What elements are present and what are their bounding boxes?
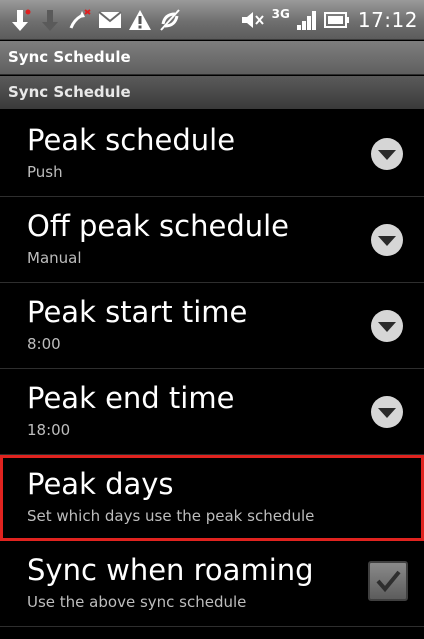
window-title-bar: Sync Schedule [0,41,424,75]
battery-icon [323,7,350,33]
pref-peak-schedule[interactable]: Peak schedule Push [0,111,424,197]
dropdown-arrow-icon[interactable] [370,309,404,343]
download-icon [38,7,62,33]
checkmark-icon [376,570,401,593]
pref-sync-when-roaming[interactable]: Sync when roaming Use the above sync sch… [0,541,424,627]
warning-icon [128,7,152,33]
preference-list: Peak schedule Push Off peak schedule Man… [0,111,424,627]
dropdown-arrow-icon[interactable] [370,395,404,429]
signal-icon [296,7,318,33]
pref-title: Sync when roaming [27,553,314,587]
missed-call-icon [68,7,92,33]
pref-summary: Manual [27,249,82,267]
section-header-label: Sync Schedule [8,83,131,101]
clock: 17:12 [357,8,418,32]
dropdown-arrow-icon[interactable] [370,223,404,257]
sync-off-icon [158,7,182,33]
pref-peak-start-time[interactable]: Peak start time 8:00 [0,283,424,369]
roaming-checkbox[interactable] [368,561,408,601]
pref-summary: 18:00 [27,421,71,439]
pref-summary: Push [27,163,63,181]
mute-icon [240,7,266,33]
system-indicators: 3G 17:12 [234,6,418,34]
section-header: Sync Schedule [0,76,424,109]
usb-debug-icon [8,7,32,33]
pref-summary: Set which days use the peak schedule [27,507,315,525]
pref-summary: 8:00 [27,335,61,353]
pref-off-peak-schedule[interactable]: Off peak schedule Manual [0,197,424,283]
pref-title: Peak end time [27,381,235,415]
dropdown-arrow-icon[interactable] [370,137,404,171]
network-type-label: 3G [271,7,290,21]
status-bar: 3G 17:12 [0,0,424,40]
email-icon [98,7,122,33]
pref-peak-end-time[interactable]: Peak end time 18:00 [0,369,424,455]
pref-title: Peak schedule [27,123,236,157]
pref-summary: Use the above sync schedule [27,593,247,611]
pref-title: Peak days [27,467,174,501]
window-title: Sync Schedule [8,48,131,66]
pref-title: Off peak schedule [27,209,290,243]
pref-title: Peak start time [27,295,248,329]
notification-icons[interactable] [8,6,188,34]
pref-peak-days[interactable]: Peak days Set which days use the peak sc… [0,455,424,541]
